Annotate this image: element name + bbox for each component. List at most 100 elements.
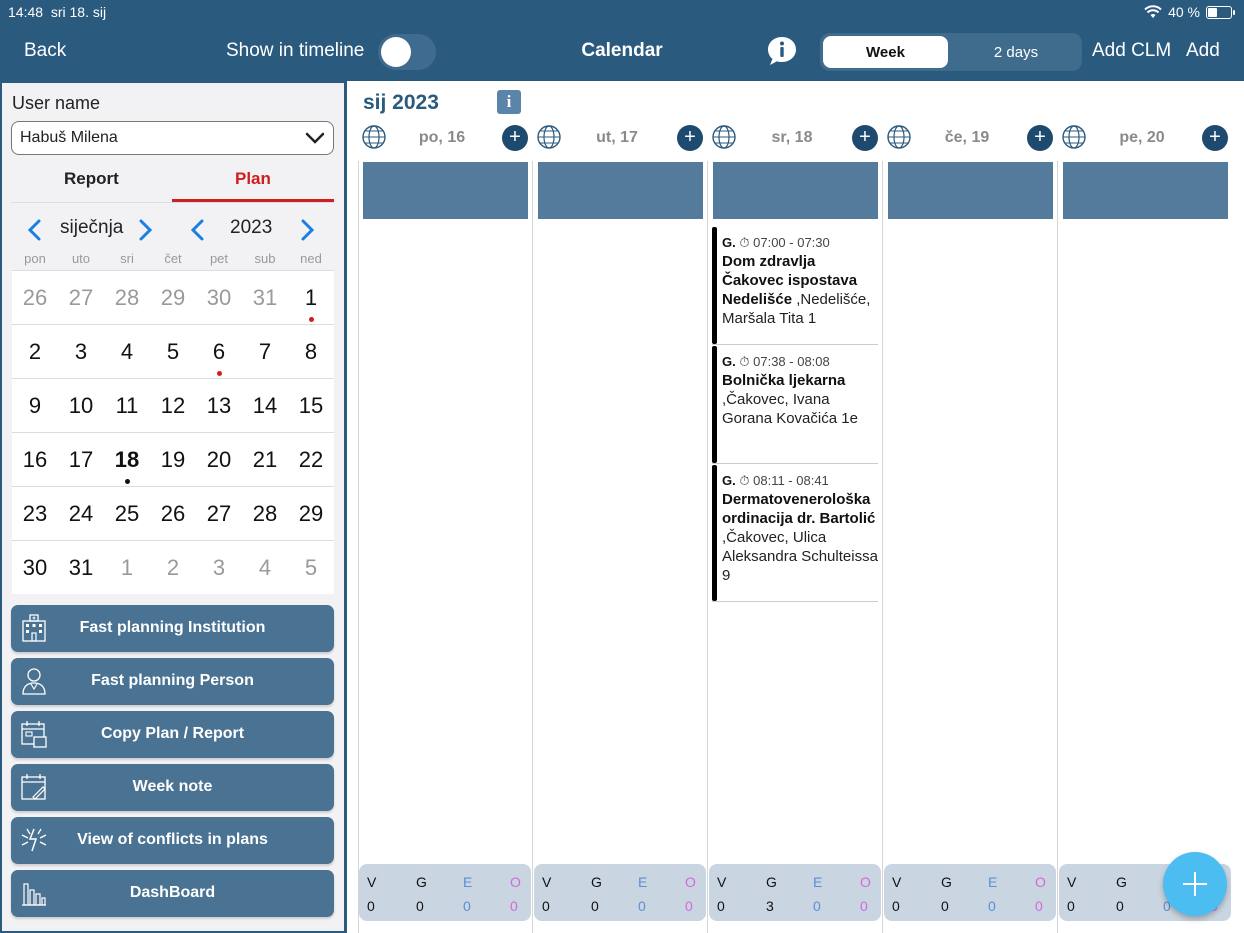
mini-calendar-day[interactable]: 23 <box>12 487 58 540</box>
mini-calendar-day[interactable]: 25 <box>104 487 150 540</box>
add-event-plus-button[interactable]: + <box>1027 125 1053 151</box>
event-color-bar <box>712 346 717 463</box>
conflict-icon <box>21 828 47 852</box>
mini-calendar-day[interactable]: 2 <box>12 325 58 378</box>
day-stats-box: V G E O 0 0 0 0 <box>534 864 706 921</box>
mini-calendar-day[interactable]: 28 <box>242 487 288 540</box>
add-event-plus-button[interactable]: + <box>502 125 528 151</box>
user-name-select[interactable]: Habuš Milena <box>11 121 334 155</box>
view-conflicts-button[interactable]: View of conflicts in plans <box>11 817 334 864</box>
stat-label-e: E <box>463 874 473 890</box>
mini-calendar-day[interactable]: 19 <box>150 433 196 486</box>
mini-calendar-day[interactable]: 5 <box>288 541 334 594</box>
segment-2-days[interactable]: 2 days <box>954 36 1078 68</box>
mini-calendar-day[interactable]: 4 <box>104 325 150 378</box>
mini-calendar-day[interactable]: 29 <box>288 487 334 540</box>
mini-calendar-day[interactable]: 13 <box>196 379 242 432</box>
battery-percent: 40 % <box>1168 4 1200 20</box>
mini-calendar-day[interactable]: 24 <box>58 487 104 540</box>
calendar-event[interactable]: G. ⏱ 08:11 - 08:41 Dermatovenerološka or… <box>712 465 878 602</box>
globe-icon[interactable] <box>536 124 562 150</box>
next-year-chevron-icon[interactable] <box>300 219 316 241</box>
mini-calendar-day[interactable]: 28 <box>104 271 150 324</box>
stopwatch-icon: ⏱ <box>739 473 750 488</box>
stat-value: 3 <box>766 898 774 914</box>
prev-month-chevron-icon[interactable] <box>26 219 42 241</box>
week-note-button[interactable]: Week note <box>11 764 334 811</box>
back-button[interactable]: Back <box>24 40 66 62</box>
mini-calendar-day[interactable]: 11 <box>104 379 150 432</box>
mini-calendar-day[interactable]: 17 <box>58 433 104 486</box>
all-day-slot[interactable] <box>1063 162 1228 219</box>
mini-calendar-day[interactable]: 12 <box>150 379 196 432</box>
calendar-event[interactable]: G. ⏱ 07:00 - 07:30 Dom zdravlja Čakovec … <box>712 227 878 345</box>
add-event-plus-button[interactable]: + <box>1202 125 1228 151</box>
mini-calendar-day[interactable]: 2 <box>150 541 196 594</box>
next-month-chevron-icon[interactable] <box>138 219 154 241</box>
add-event-plus-button[interactable]: + <box>852 125 878 151</box>
globe-icon[interactable] <box>886 124 912 150</box>
add-event-plus-button[interactable]: + <box>677 125 703 151</box>
column-divider <box>1057 161 1058 933</box>
segment-week[interactable]: Week <box>823 36 948 68</box>
show-in-timeline-toggle[interactable] <box>378 34 436 70</box>
mini-calendar-week: 23 24 25 26 27 28 29 <box>12 486 334 540</box>
tab-report[interactable]: Report <box>64 169 119 189</box>
mini-calendar-day[interactable]: 10 <box>58 379 104 432</box>
globe-icon[interactable] <box>711 124 737 150</box>
mini-calendar-day[interactable]: 3 <box>196 541 242 594</box>
event-time: 07:38 - 08:08 <box>753 354 830 369</box>
stat-label-o: O <box>860 874 871 890</box>
mini-calendar-day[interactable]: 27 <box>58 271 104 324</box>
mini-calendar-day[interactable]: 26 <box>12 271 58 324</box>
stat-value: 0 <box>892 898 900 914</box>
all-day-slot[interactable] <box>538 162 703 219</box>
add-button[interactable]: Add <box>1186 40 1220 62</box>
calendar-event[interactable]: G. ⏱ 07:38 - 08:08 Bolnička ljekarna ,Ča… <box>712 346 878 464</box>
mini-calendar-day[interactable]: 14 <box>242 379 288 432</box>
day-stats-box: V G E O 0 0 0 0 <box>359 864 531 921</box>
info-bubble-icon[interactable] <box>765 34 799 68</box>
event-name: Bolnička ljekarna <box>722 372 846 389</box>
stat-value: 0 <box>717 898 725 914</box>
mini-calendar-day[interactable]: 4 <box>242 541 288 594</box>
mini-calendar-day[interactable]: 15 <box>288 379 334 432</box>
prev-year-chevron-icon[interactable] <box>189 219 205 241</box>
floating-add-button[interactable] <box>1163 852 1227 916</box>
mini-calendar-day[interactable]: 9 <box>12 379 58 432</box>
mini-calendar-day[interactable]: 3 <box>58 325 104 378</box>
globe-icon[interactable] <box>361 124 387 150</box>
fast-planning-person-button[interactable]: Fast planning Person <box>11 658 334 705</box>
tab-plan[interactable]: Plan <box>235 169 271 189</box>
mini-calendar-day[interactable]: 22 <box>288 433 334 486</box>
dashboard-button[interactable]: DashBoard <box>11 870 334 917</box>
stat-value: 0 <box>416 898 424 914</box>
mini-calendar-day[interactable]: 16 <box>12 433 58 486</box>
mini-calendar-day[interactable]: 30 <box>196 271 242 324</box>
weekday-header: čet <box>164 251 182 266</box>
mini-calendar-day[interactable]: 8 <box>288 325 334 378</box>
stopwatch-icon: ⏱ <box>739 354 750 369</box>
mini-calendar-day[interactable]: 31 <box>242 271 288 324</box>
mini-calendar-day[interactable]: 1 <box>104 541 150 594</box>
event-time: 07:00 - 07:30 <box>753 235 830 250</box>
globe-icon[interactable] <box>1061 124 1087 150</box>
mini-calendar-day[interactable]: 27 <box>196 487 242 540</box>
mini-calendar-day[interactable]: 20 <box>196 433 242 486</box>
mini-calendar-day[interactable]: 26 <box>150 487 196 540</box>
mini-calendar-day[interactable]: 7 <box>242 325 288 378</box>
all-day-slot[interactable] <box>713 162 878 219</box>
mini-calendar-day[interactable]: 5 <box>150 325 196 378</box>
mini-calendar-day[interactable]: 21 <box>242 433 288 486</box>
add-clm-button[interactable]: Add CLM <box>1092 40 1171 62</box>
fast-planning-institution-button[interactable]: Fast planning Institution <box>11 605 334 652</box>
mini-calendar-day[interactable]: 29 <box>150 271 196 324</box>
all-day-slot[interactable] <box>363 162 528 219</box>
copy-plan-report-button[interactable]: Copy Plan / Report <box>11 711 334 758</box>
stat-label-o: O <box>510 874 521 890</box>
mini-calendar-day[interactable]: 30 <box>12 541 58 594</box>
all-day-slot[interactable] <box>888 162 1053 219</box>
info-icon[interactable]: i <box>497 90 521 114</box>
user-name-label: User name <box>12 93 101 113</box>
mini-calendar-day[interactable]: 31 <box>58 541 104 594</box>
